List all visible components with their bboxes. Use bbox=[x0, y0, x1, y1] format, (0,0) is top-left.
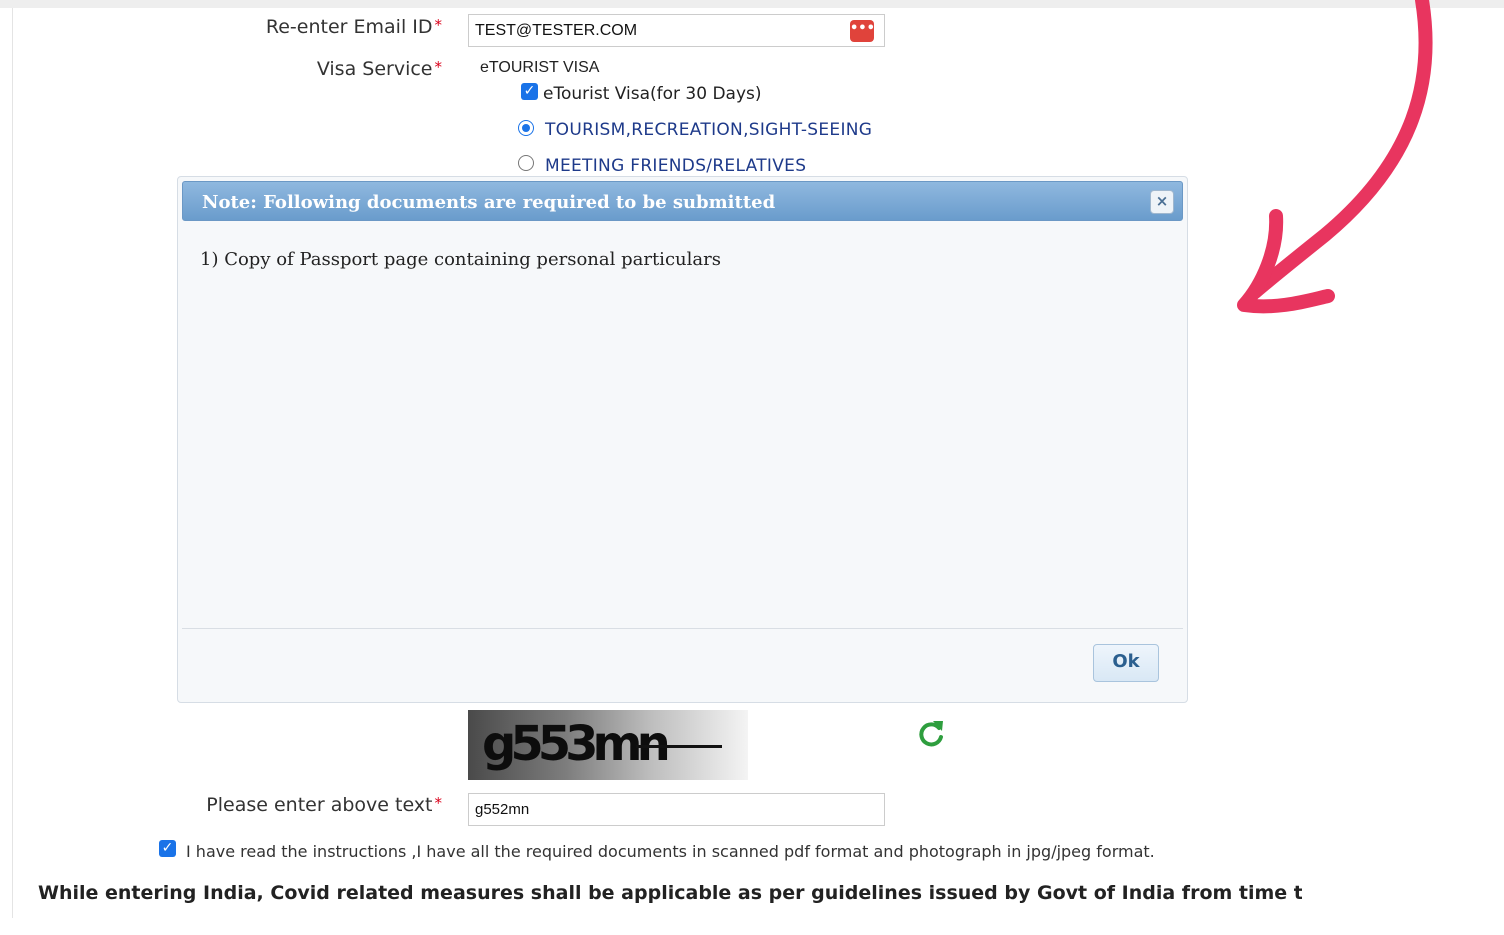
dialog-title: Note: Following documents are required t… bbox=[202, 192, 776, 213]
dialog-divider bbox=[182, 628, 1183, 629]
required-mark: * bbox=[434, 58, 443, 76]
visa-service-label-text: Visa Service bbox=[316, 58, 433, 80]
visa-service-value: eTOURIST VISA bbox=[480, 59, 600, 76]
email-label-text: Re-enter Email ID bbox=[265, 16, 433, 38]
captcha-input[interactable] bbox=[468, 793, 885, 826]
captcha-label-text: Please enter above text bbox=[206, 794, 433, 816]
purpose-radio-tourism[interactable] bbox=[518, 120, 534, 136]
captcha-image-text: g553mn bbox=[482, 716, 671, 772]
covid-notice: While entering India, Covid related meas… bbox=[38, 882, 1302, 904]
page-border bbox=[12, 8, 13, 918]
close-icon[interactable]: × bbox=[1150, 190, 1174, 214]
captcha-strike-line bbox=[636, 745, 722, 748]
email-field[interactable] bbox=[468, 14, 885, 47]
captcha-image: g553mn bbox=[468, 710, 748, 780]
dialog-document-item: 1) Copy of Passport page containing pers… bbox=[200, 249, 721, 270]
captcha-label: Please enter above text * bbox=[170, 794, 442, 816]
purpose-option-tourism[interactable]: TOURISM,RECREATION,SIGHT-SEEING bbox=[545, 120, 872, 140]
visa-type-label: eTourist Visa(for 30 Days) bbox=[543, 84, 762, 104]
required-mark: * bbox=[434, 16, 443, 34]
agree-checkbox[interactable]: ✓ bbox=[159, 840, 176, 857]
key-dots-icon[interactable]: ••• bbox=[850, 20, 875, 42]
dialog-header[interactable]: Note: Following documents are required t… bbox=[182, 181, 1183, 221]
visa-service-label: Visa Service * bbox=[230, 58, 442, 80]
curved-arrow-icon bbox=[1237, 0, 1433, 314]
refresh-icon[interactable] bbox=[916, 718, 946, 750]
purpose-radio-friends[interactable] bbox=[518, 155, 534, 171]
visa-type-checkbox[interactable]: ✓ bbox=[521, 83, 538, 100]
ok-button[interactable]: Ok bbox=[1093, 644, 1159, 682]
required-mark: * bbox=[434, 794, 443, 812]
agree-label: I have read the instructions ,I have all… bbox=[186, 842, 1155, 861]
purpose-option-friends[interactable]: MEETING FRIENDS/RELATIVES bbox=[545, 156, 806, 176]
documents-dialog: Note: Following documents are required t… bbox=[177, 176, 1188, 703]
email-label: Re-enter Email ID * bbox=[230, 16, 442, 38]
